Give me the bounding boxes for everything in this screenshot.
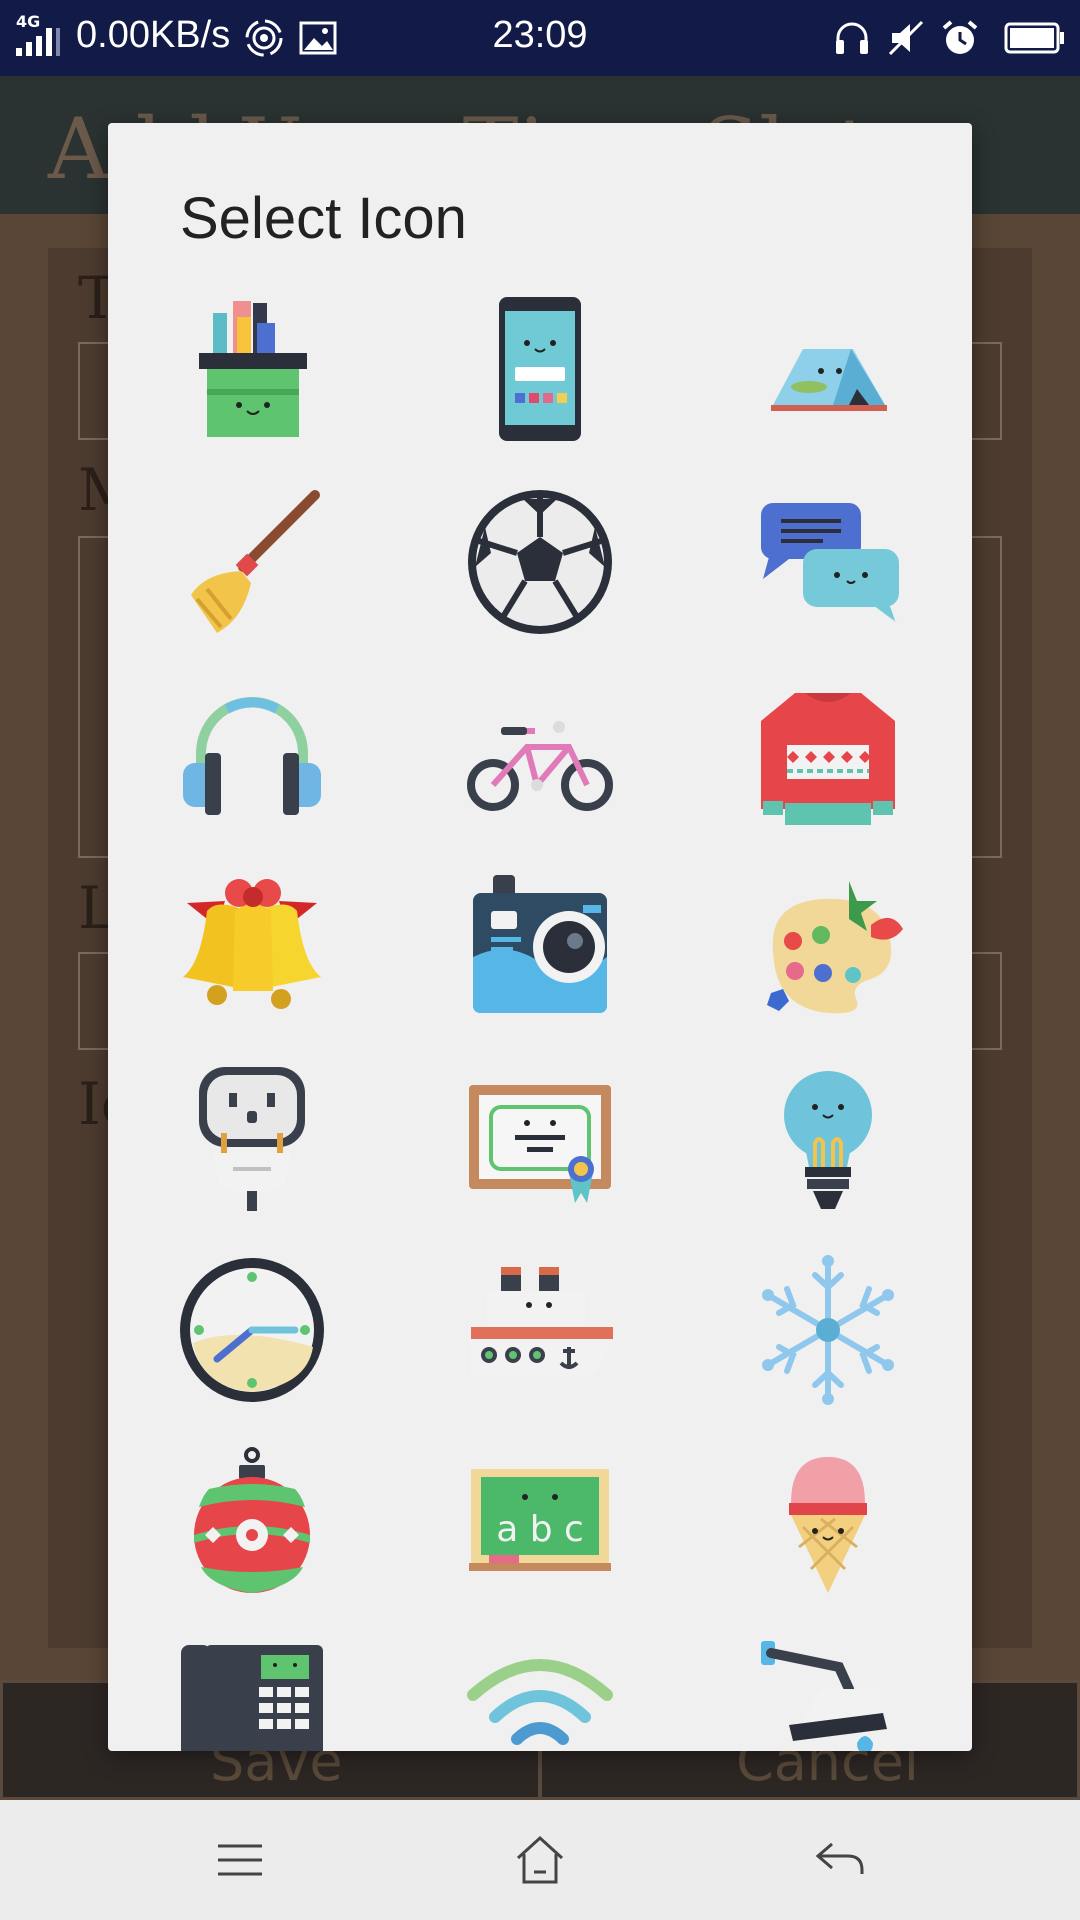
chat-bubbles-icon[interactable] <box>753 487 903 637</box>
sweater-icon[interactable] <box>753 679 903 829</box>
alarm-icon <box>942 20 978 54</box>
navigation-bar <box>0 1800 1080 1920</box>
back-icon[interactable] <box>810 1830 870 1890</box>
headphones-icon <box>836 22 868 54</box>
power-plug-icon[interactable] <box>177 1063 327 1213</box>
battery-icon <box>1004 22 1064 54</box>
bicycle-icon[interactable] <box>465 679 615 829</box>
mute-icon <box>888 20 924 56</box>
broom-icon[interactable] <box>177 487 327 637</box>
smartphone-icon[interactable] <box>465 293 615 443</box>
shower-icon[interactable] <box>753 1639 903 1751</box>
ice-cream-icon[interactable] <box>753 1447 903 1597</box>
select-icon-dialog: Select Icon a b c <box>108 123 972 1751</box>
dialog-title: Select Icon <box>180 186 467 251</box>
tent-icon[interactable] <box>753 293 903 443</box>
ornament-icon[interactable] <box>177 1447 327 1597</box>
camera-icon[interactable] <box>465 871 615 1021</box>
bells-icon[interactable] <box>177 871 327 1021</box>
chalkboard-icon[interactable]: a b c <box>465 1447 615 1597</box>
wifi-icon[interactable] <box>465 1639 615 1751</box>
snowflake-icon[interactable] <box>753 1255 903 1405</box>
menu-icon[interactable] <box>210 1830 270 1890</box>
paint-palette-icon[interactable] <box>753 871 903 1021</box>
soccer-ball-icon[interactable] <box>465 487 615 637</box>
headphones-icon[interactable] <box>177 679 327 829</box>
home-icon[interactable] <box>510 1830 570 1890</box>
pencil-cup-icon[interactable] <box>177 293 327 443</box>
status-bar: 4G 0.00KB/s 23:09 <box>0 0 1080 76</box>
clock-icon[interactable] <box>177 1255 327 1405</box>
chalkboard-text: a b c <box>496 1509 584 1550</box>
light-bulb-icon[interactable] <box>753 1063 903 1213</box>
ship-icon[interactable] <box>465 1255 615 1405</box>
office-phone-icon[interactable] <box>177 1639 327 1751</box>
certificate-icon[interactable] <box>465 1063 615 1213</box>
